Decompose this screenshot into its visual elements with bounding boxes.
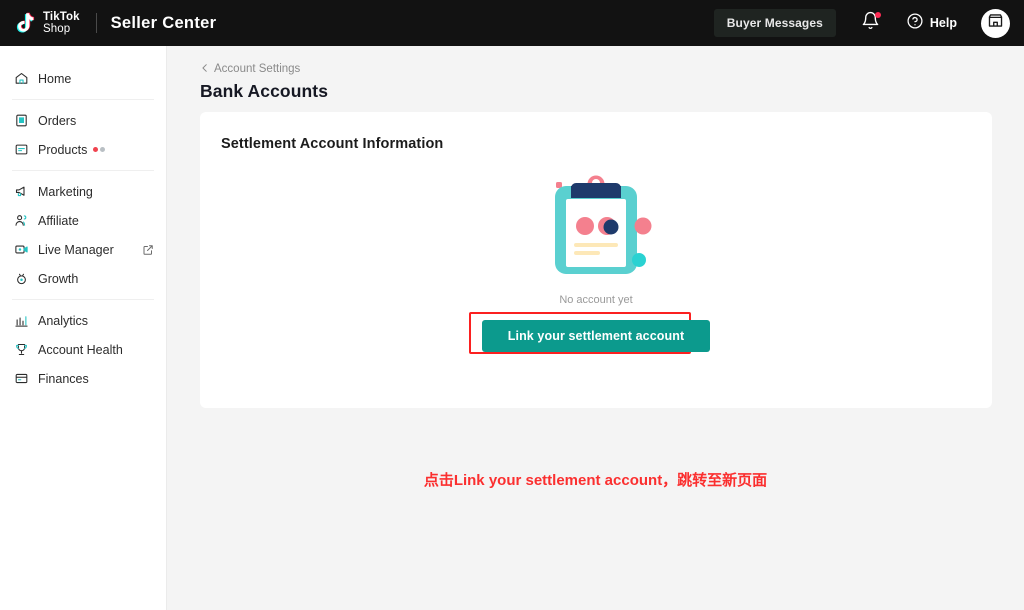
sidebar-item-growth[interactable]: Growth	[0, 264, 166, 293]
wallet-icon	[13, 371, 29, 387]
help-label: Help	[929, 16, 957, 30]
sidebar-item-orders[interactable]: Orders	[0, 106, 166, 135]
settlement-account-card: Settlement Account Information No accoun…	[200, 112, 992, 408]
sidebar-item-label: Analytics	[38, 313, 89, 328]
sidebar-item-finances[interactable]: Finances	[0, 364, 166, 393]
annotation-text: 点击Link your settlement account，跳转至新页面	[423, 472, 768, 489]
question-circle-icon	[906, 12, 924, 35]
sidebar-item-products[interactable]: Products	[0, 135, 166, 164]
growth-icon	[13, 271, 29, 287]
box-icon	[13, 142, 29, 158]
badge-dot-red	[93, 147, 99, 152]
sidebar-group-4: Analytics Account Health Finances	[0, 300, 166, 399]
shop-avatar[interactable]	[981, 8, 1010, 38]
home-icon	[13, 71, 29, 87]
empty-state-text: No account yet	[559, 294, 633, 306]
buyer-messages-button[interactable]: Buyer Messages	[713, 9, 836, 37]
products-badge	[93, 147, 106, 152]
sidebar-item-label: Affiliate	[38, 213, 79, 228]
sidebar-item-home[interactable]: Home	[0, 64, 166, 93]
people-icon	[13, 213, 29, 229]
sidebar-item-label: Marketing	[38, 184, 93, 199]
brand-wordmark: TikTok Shop	[43, 11, 80, 35]
bar-chart-icon	[13, 313, 29, 329]
main-content: Account Settings Bank Accounts Settlemen…	[167, 46, 1024, 610]
sidebar-item-label: Home	[38, 71, 72, 86]
top-bar: TikTok Shop Seller Center Buyer Messages	[0, 0, 1024, 46]
sidebar-item-analytics[interactable]: Analytics	[0, 306, 166, 335]
notifications-button[interactable]	[850, 0, 892, 46]
breadcrumb[interactable]: Account Settings	[200, 60, 300, 78]
clipboard-empty-illustration	[537, 170, 655, 282]
chevron-left-icon	[200, 60, 210, 78]
brand-logo[interactable]: TikTok Shop	[0, 10, 80, 36]
video-icon	[13, 242, 29, 258]
top-bar-actions: Buyer Messages Help	[713, 0, 1024, 46]
tiktok-note-icon	[12, 10, 38, 36]
megaphone-icon	[13, 184, 29, 200]
sidebar-group-1: Home	[0, 58, 166, 99]
brand-wordmark-line1: TikTok	[43, 11, 80, 23]
brand-wordmark-line2: Shop	[43, 23, 71, 35]
sidebar-item-label: Finances	[38, 371, 89, 386]
cta-wrapper: Link your settlement account	[468, 312, 711, 354]
link-settlement-account-button[interactable]: Link your settlement account	[481, 320, 711, 352]
card-title: Settlement Account Information	[221, 136, 444, 152]
empty-state: No account yet Link your settlement acco…	[200, 170, 992, 354]
notification-badge-dot	[874, 12, 881, 18]
sidebar-item-live-manager[interactable]: Live Manager	[0, 235, 166, 264]
sidebar-item-account-health[interactable]: Account Health	[0, 335, 166, 364]
store-icon	[987, 12, 1004, 34]
sidebar-item-label: Orders	[38, 113, 77, 128]
sidebar-item-label: Live Manager	[38, 242, 114, 257]
sidebar-item-label: Products	[38, 142, 88, 157]
breadcrumb-label: Account Settings	[214, 63, 301, 75]
sidebar-item-marketing[interactable]: Marketing	[0, 177, 166, 206]
help-button[interactable]: Help	[906, 0, 957, 46]
sidebar-item-label: Growth	[38, 271, 79, 286]
sidebar: Home Orders Products Marketing Affiliate…	[0, 46, 167, 610]
app-name: Seller Center	[110, 13, 217, 32]
badge-dot-gray	[100, 147, 106, 152]
trophy-icon	[13, 342, 29, 358]
sidebar-item-affiliate[interactable]: Affiliate	[0, 206, 166, 235]
sidebar-group-2: Orders Products	[0, 100, 166, 170]
sidebar-item-label: Account Health	[38, 342, 123, 357]
brand-divider	[95, 13, 97, 33]
sidebar-group-3: Marketing Affiliate Live Manager Growth	[0, 171, 166, 299]
clipboard-icon	[13, 113, 29, 129]
page-title: Bank Accounts	[200, 81, 329, 101]
external-link-icon	[142, 244, 154, 256]
